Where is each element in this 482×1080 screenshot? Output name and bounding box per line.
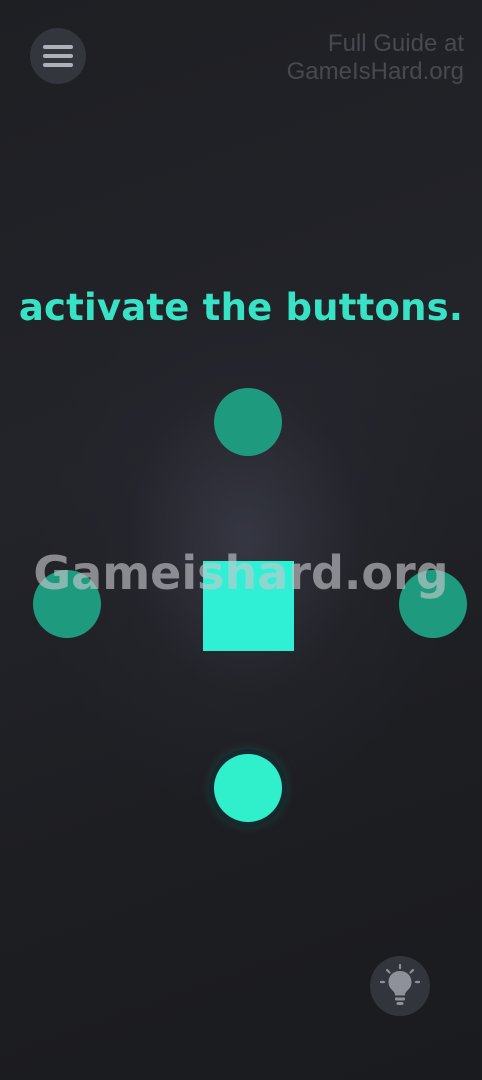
- guide-line-1: Full Guide at: [327, 30, 464, 57]
- hint-button[interactable]: [370, 956, 430, 1016]
- hamburger-menu-icon-line: [43, 54, 73, 58]
- level-instruction: activate the buttons.: [18, 286, 464, 329]
- guide-link[interactable]: Full Guide at GameIsHard.org: [287, 30, 464, 86]
- background: [0, 0, 482, 1080]
- lightbulb-icon: [379, 963, 421, 1005]
- puzzle-button-bottom[interactable]: [214, 754, 282, 822]
- watermark: Gameishard.org: [33, 546, 449, 600]
- menu-button[interactable]: [30, 28, 86, 84]
- hamburger-menu-icon: [43, 45, 73, 49]
- puzzle-button-top[interactable]: [214, 388, 282, 456]
- guide-line-2: GameIsHard.org: [286, 58, 464, 85]
- hamburger-menu-icon-line: [43, 63, 73, 67]
